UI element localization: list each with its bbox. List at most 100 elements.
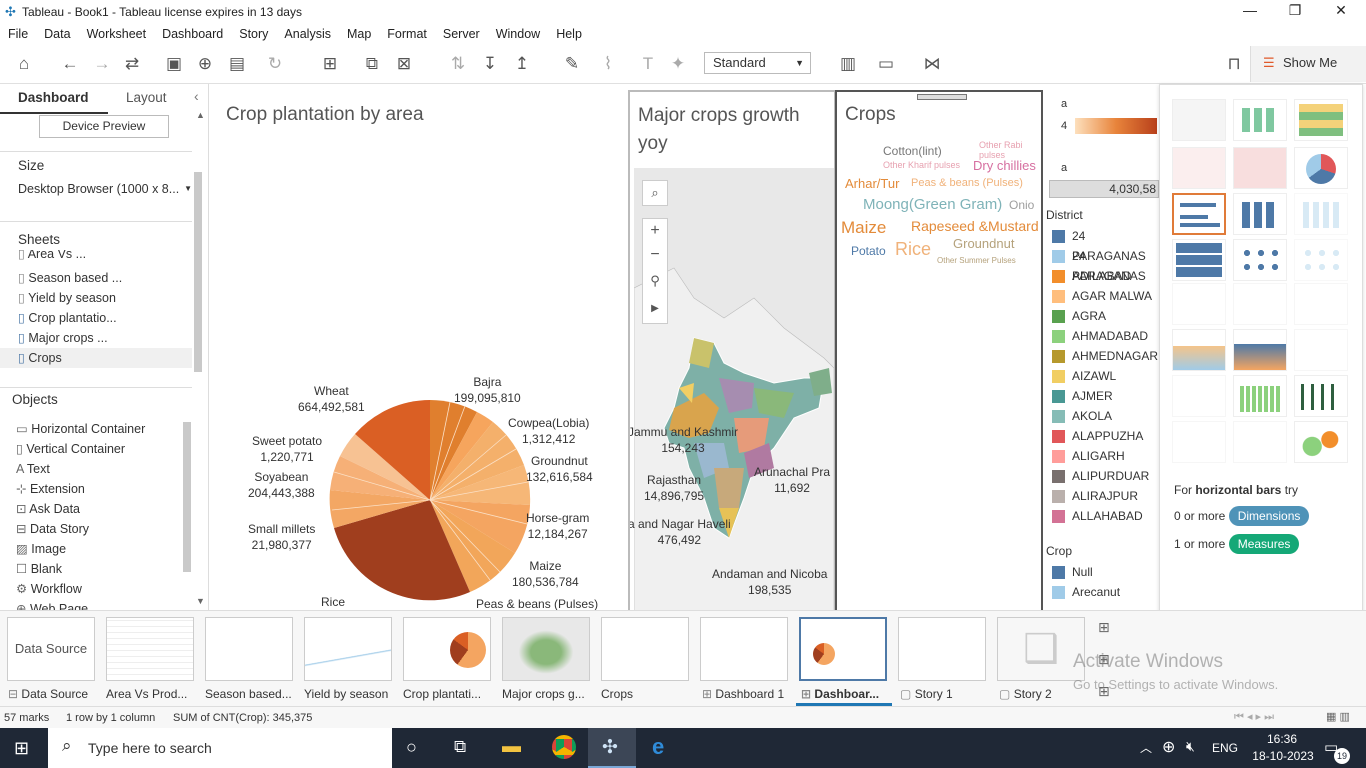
tab-yield-by-season[interactable]: Yield by season <box>304 687 388 701</box>
object-item[interactable]: ⊹ Extension <box>16 479 85 499</box>
circle-views-chart-icon[interactable] <box>1233 239 1287 281</box>
tab-dashboard[interactable]: Dashboard <box>18 90 89 105</box>
menu-story[interactable]: Story <box>239 24 268 44</box>
tableau-taskbar-button[interactable]: ✣ <box>588 728 636 768</box>
cloud-word[interactable]: Dry chillies <box>973 158 1036 173</box>
dual-combination-chart-icon[interactable] <box>1294 329 1348 371</box>
scatter-plot-chart-icon[interactable] <box>1172 375 1226 417</box>
device-preview-button[interactable]: Device Preview <box>39 115 169 138</box>
cloud-word[interactable]: Other Rabi pulses <box>979 140 1039 160</box>
zoom-in-icon[interactable]: + <box>643 219 667 243</box>
legend-item[interactable]: ALIRAJPUR <box>1047 486 1138 506</box>
side-by-side-circles-chart-icon[interactable] <box>1294 239 1348 281</box>
menu-analysis[interactable]: Analysis <box>284 24 331 44</box>
area-discrete-chart-icon[interactable] <box>1233 329 1287 371</box>
tab-dashboard-1[interactable]: ⊞ Dashboard 1 <box>702 687 784 701</box>
cloud-word[interactable]: Moong(Green Gram) <box>863 196 1002 213</box>
menu-help[interactable]: Help <box>556 24 582 44</box>
filled-map-chart-icon[interactable] <box>1233 147 1287 189</box>
labels-icon[interactable]: T <box>636 52 660 76</box>
grid-view-icon[interactable]: ▦ ▥ <box>1326 710 1350 723</box>
cloud-word[interactable]: Groundnut <box>953 236 1014 251</box>
tab-data-source[interactable]: ⊟ Data Source <box>8 687 88 701</box>
thumb-yield-by-season[interactable] <box>304 617 392 681</box>
sheet-item[interactable]: ▯ Season based ... <box>18 268 122 288</box>
legend-item[interactable]: Arecanut <box>1047 582 1120 602</box>
menu-server[interactable]: Server <box>443 24 480 44</box>
text-table-chart-icon[interactable] <box>1172 99 1226 141</box>
duplicate-icon[interactable]: ⧉ <box>360 52 384 76</box>
legend-item[interactable]: AGRA <box>1047 306 1106 326</box>
undo-icon[interactable]: ← <box>58 52 82 76</box>
legend-item[interactable]: 24 PARAGANAS <box>1047 226 1158 263</box>
legend-item[interactable]: 24 PARAGANAS <box>1047 246 1158 283</box>
scroll-up-icon[interactable]: ▲ <box>196 110 205 120</box>
format-painter-icon[interactable]: ⊓ <box>1222 52 1246 76</box>
scroll-down-icon[interactable]: ▼ <box>196 596 205 606</box>
tray-chevron-icon[interactable]: ︿ <box>1140 739 1152 756</box>
zoom-out-icon[interactable]: − <box>643 243 667 267</box>
tab-area-vs-prod[interactable]: Area Vs Prod... <box>106 687 187 701</box>
minimize-icon[interactable]: — <box>1235 2 1265 18</box>
show-cards-icon[interactable]: ▥ <box>836 52 860 76</box>
redo-icon[interactable]: → <box>90 52 114 76</box>
object-item[interactable]: ☐ Blank <box>16 559 62 579</box>
menu-window[interactable]: Window <box>496 24 540 44</box>
save-icon[interactable]: ▣ <box>162 52 186 76</box>
collapse-icon[interactable]: ‹ <box>194 88 199 104</box>
legend-item[interactable]: AJMER <box>1047 386 1113 406</box>
thumb-data-source[interactable]: Data Source <box>7 617 95 681</box>
thumb-dashboard-1[interactable] <box>700 617 788 681</box>
map-search-icon[interactable]: ⌕ <box>642 180 668 206</box>
chrome-icon[interactable] <box>552 735 576 759</box>
gantt-chart-icon[interactable] <box>1172 421 1226 463</box>
file-explorer-icon[interactable]: ▬ <box>502 736 521 758</box>
nav-first-icon[interactable]: ⏮ ◂ ▸ ⏭ <box>1234 710 1274 724</box>
thumb-season-based[interactable] <box>205 617 293 681</box>
thumb-area-vs-prod[interactable] <box>106 617 194 681</box>
side-by-side-bars-chart-icon[interactable] <box>1294 193 1348 235</box>
restore-icon[interactable]: ❐ <box>1280 2 1310 19</box>
stacked-bars-chart-icon[interactable] <box>1233 193 1287 235</box>
word-cloud[interactable]: Other Rabi pulses Cotton(lint) Other Kha… <box>839 136 1039 266</box>
close-icon[interactable]: ✕ <box>1326 2 1356 19</box>
horizontal-bars-chart-icon[interactable] <box>1172 193 1226 235</box>
replay-icon[interactable]: ⇄ <box>120 52 144 76</box>
menu-worksheet[interactable]: Worksheet <box>87 24 147 44</box>
show-me-button[interactable]: ☰ Show Me <box>1250 46 1366 82</box>
area-continuous-chart-icon[interactable] <box>1172 329 1226 371</box>
pin-map-icon[interactable]: ⚲ <box>643 267 667 295</box>
thumb-major-crops[interactable] <box>502 617 590 681</box>
sort-descending-icon[interactable]: ↥ <box>510 52 534 76</box>
pie-chart-icon[interactable] <box>1294 147 1348 189</box>
object-item[interactable]: ▯ Vertical Container <box>16 439 125 459</box>
legend-item[interactable]: ALLAHABAD <box>1047 506 1143 526</box>
language-indicator[interactable]: ENG <box>1212 741 1238 755</box>
bullet-graph-chart-icon[interactable] <box>1233 421 1287 463</box>
legend-item[interactable]: AGAR MALWA <box>1047 286 1152 306</box>
pin-icon[interactable]: ✦ <box>666 52 690 76</box>
thumb-crop-plantation[interactable] <box>403 617 491 681</box>
size-legend[interactable]: 4,030,58 <box>1049 180 1159 198</box>
menu-format[interactable]: Format <box>387 24 427 44</box>
cloud-word[interactable]: Cotton(lint) <box>883 144 942 158</box>
legend-item[interactable]: Null <box>1047 562 1093 582</box>
sheet-item[interactable]: ▯ Yield by season <box>18 288 116 308</box>
cloud-word[interactable]: Potato <box>851 244 886 258</box>
cloud-word[interactable]: Onio <box>1009 198 1034 212</box>
menu-map[interactable]: Map <box>347 24 371 44</box>
clear-sheet-icon[interactable]: ⊠ <box>392 52 416 76</box>
thumb-dashboard-2[interactable] <box>799 617 887 681</box>
dual-lines-chart-icon[interactable] <box>1294 283 1348 325</box>
new-worksheet-tab-icon[interactable]: ⊞ <box>1098 619 1110 636</box>
tab-dashboard-2[interactable]: ⊞ Dashboar... <box>801 687 879 701</box>
tab-story-2[interactable]: ▢ Story 2 <box>999 687 1052 701</box>
tab-crops[interactable]: Crops <box>601 687 633 701</box>
expand-arrow-icon[interactable]: ▶ <box>643 295 667 323</box>
presentation-icon[interactable]: ▭ <box>874 52 898 76</box>
thumb-crops[interactable] <box>601 617 689 681</box>
cloud-word[interactable]: Peas & beans (Pulses) <box>911 177 1023 189</box>
tab-story-1[interactable]: ▢ Story 1 <box>900 687 953 701</box>
object-item[interactable]: ⚙ Workflow <box>16 579 82 599</box>
legend-item[interactable]: AIZAWL <box>1047 366 1116 386</box>
